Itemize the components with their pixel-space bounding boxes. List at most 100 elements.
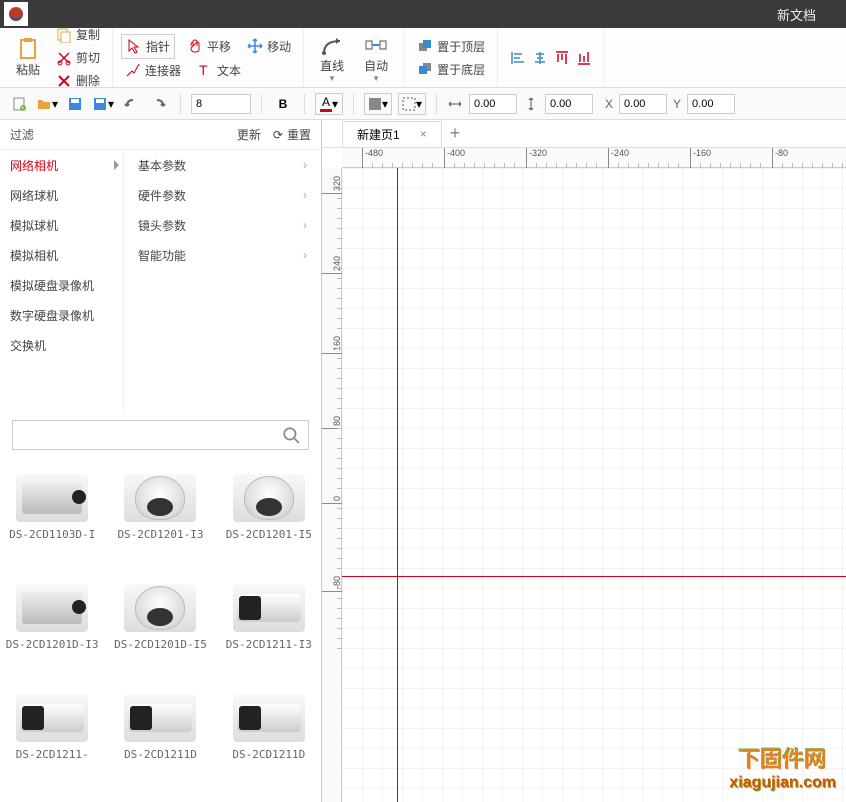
product-item[interactable]: DS-2CD1211- <box>0 688 104 794</box>
copy-button[interactable]: 复制 <box>52 23 104 46</box>
category-item[interactable]: 交换机 <box>0 330 123 360</box>
delete-icon <box>56 73 72 89</box>
copy-icon <box>56 27 72 43</box>
subcategory-item[interactable]: 镜头参数› <box>124 210 321 240</box>
product-item[interactable]: DS-2CD1103D-I <box>0 468 104 574</box>
send-back-icon <box>417 61 433 77</box>
ruler-horizontal: -480-400-320-240-160-80 <box>342 148 846 168</box>
x-input[interactable] <box>619 94 667 114</box>
product-label: DS-2CD1211-I3 <box>226 638 312 652</box>
product-thumbnail <box>233 474 305 522</box>
close-tab-icon[interactable]: × <box>420 127 427 141</box>
watermark: 下固件网 xiagujian.com <box>729 742 836 792</box>
search-input[interactable] <box>21 428 282 442</box>
font-color-button[interactable]: A▾ <box>315 93 343 115</box>
product-thumbnail <box>124 694 196 742</box>
app-logo <box>4 2 28 26</box>
align-center-icon[interactable] <box>532 50 548 66</box>
product-label: DS-2CD1201D-I5 <box>114 638 207 652</box>
product-item[interactable]: DS-2CD1201D-I3 <box>0 578 104 684</box>
cut-button[interactable]: 剪切 <box>52 46 104 69</box>
titlebar: 新文档 <box>0 0 846 28</box>
pointer-icon <box>126 38 142 54</box>
product-item[interactable]: DS-2CD1211-I3 <box>217 578 321 684</box>
product-thumbnail <box>16 694 88 742</box>
delete-button[interactable]: 删除 <box>52 69 104 92</box>
subcategory-item[interactable]: 智能功能› <box>124 240 321 270</box>
svg-text:T: T <box>199 62 208 78</box>
category-item[interactable]: 模拟球机 <box>0 210 123 240</box>
width-icon <box>447 96 463 112</box>
subcategory-item[interactable]: 基本参数› <box>124 150 321 180</box>
filter-bar: 过滤 更新 ⟳重置 <box>0 120 321 150</box>
tab-bar: 新建页1 × + <box>322 120 846 148</box>
border-style-button[interactable]: ▾ <box>398 93 426 115</box>
chevron-right-icon: › <box>303 218 307 232</box>
add-tab-button[interactable]: + <box>450 123 461 144</box>
text-icon: T <box>197 62 213 78</box>
product-label: DS-2CD1211- <box>16 748 89 762</box>
product-grid: DS-2CD1103D-I DS-2CD1201-I3DS-2CD1201-I5 D… <box>0 460 321 802</box>
category-item[interactable]: 数字硬盘录像机 <box>0 300 123 330</box>
align-top-icon[interactable] <box>554 50 570 66</box>
fill-color-button[interactable]: ▾ <box>364 93 392 115</box>
subcategory-item[interactable]: 硬件参数› <box>124 180 321 210</box>
product-label: DS-2CD1211D <box>124 748 197 762</box>
redo-button[interactable] <box>148 93 170 115</box>
width-input[interactable] <box>469 94 517 114</box>
window-title: 新文档 <box>32 5 846 24</box>
align-bottom-icon[interactable] <box>576 50 592 66</box>
align-left-icon[interactable] <box>510 50 526 66</box>
save-as-button[interactable]: ▾ <box>92 93 114 115</box>
tab-page1[interactable]: 新建页1 × <box>342 121 442 147</box>
product-item[interactable]: DS-2CD1201D-I5 <box>108 578 212 684</box>
undo-button[interactable] <box>120 93 142 115</box>
y-input[interactable] <box>687 94 735 114</box>
paste-button[interactable]: 粘贴 <box>8 33 48 82</box>
text-button[interactable]: T文本 <box>193 59 245 82</box>
category-item[interactable]: 模拟硬盘录像机 <box>0 270 123 300</box>
connector-button[interactable]: 连接器 <box>121 59 185 82</box>
category-item[interactable]: 网络相机 <box>0 150 123 180</box>
origin-line-h <box>342 576 846 577</box>
hand-icon <box>187 38 203 54</box>
canvas-area: 新建页1 × + -480-400-320-240-160-80 3202401… <box>322 120 846 802</box>
product-item[interactable]: DS-2CD1201-I5 <box>217 468 321 574</box>
auto-button[interactable]: 自动▼ <box>356 29 396 87</box>
open-file-button[interactable]: ▾ <box>36 93 58 115</box>
product-item[interactable]: DS-2CD1201-I3 <box>108 468 212 574</box>
category-panel: 网络相机网络球机模拟球机模拟相机模拟硬盘录像机数字硬盘录像机交换机 基本参数›硬… <box>0 150 321 410</box>
search-box[interactable] <box>12 420 309 450</box>
product-thumbnail <box>124 474 196 522</box>
pointer-button[interactable]: 指针 <box>121 34 175 59</box>
line-icon <box>320 33 344 57</box>
cut-icon <box>56 50 72 66</box>
product-item[interactable]: DS-2CD1211D <box>217 688 321 794</box>
ruler-vertical: 320240160800-80 <box>322 168 342 802</box>
height-input[interactable] <box>545 94 593 114</box>
line-button[interactable]: 直线▼ <box>312 29 352 87</box>
search-icon[interactable] <box>282 426 300 444</box>
font-size-input[interactable] <box>191 94 251 114</box>
category-item[interactable]: 模拟相机 <box>0 240 123 270</box>
category-item[interactable]: 网络球机 <box>0 180 123 210</box>
new-file-button[interactable]: + <box>8 93 30 115</box>
refresh-icon: ⟳ <box>273 128 283 142</box>
bring-front-button[interactable]: 置于顶层 <box>413 35 489 58</box>
move-button[interactable]: 移动 <box>243 34 295 59</box>
reset-button[interactable]: ⟳重置 <box>273 126 311 143</box>
chevron-right-icon: › <box>303 248 307 262</box>
canvas[interactable]: 下固件网 xiagujian.com <box>342 168 846 802</box>
origin-line-v <box>397 168 398 802</box>
auto-icon <box>364 33 388 57</box>
paste-icon <box>16 37 40 61</box>
save-button[interactable] <box>64 93 86 115</box>
product-item[interactable]: DS-2CD1211D <box>108 688 212 794</box>
pan-button[interactable]: 平移 <box>183 34 235 59</box>
product-thumbnail <box>233 584 305 632</box>
connector-icon <box>125 62 141 78</box>
send-back-button[interactable]: 置于底层 <box>413 58 489 81</box>
update-button[interactable]: 更新 <box>237 126 261 143</box>
product-label: DS-2CD1103D-I <box>9 528 95 542</box>
bold-button[interactable]: B <box>272 93 294 115</box>
